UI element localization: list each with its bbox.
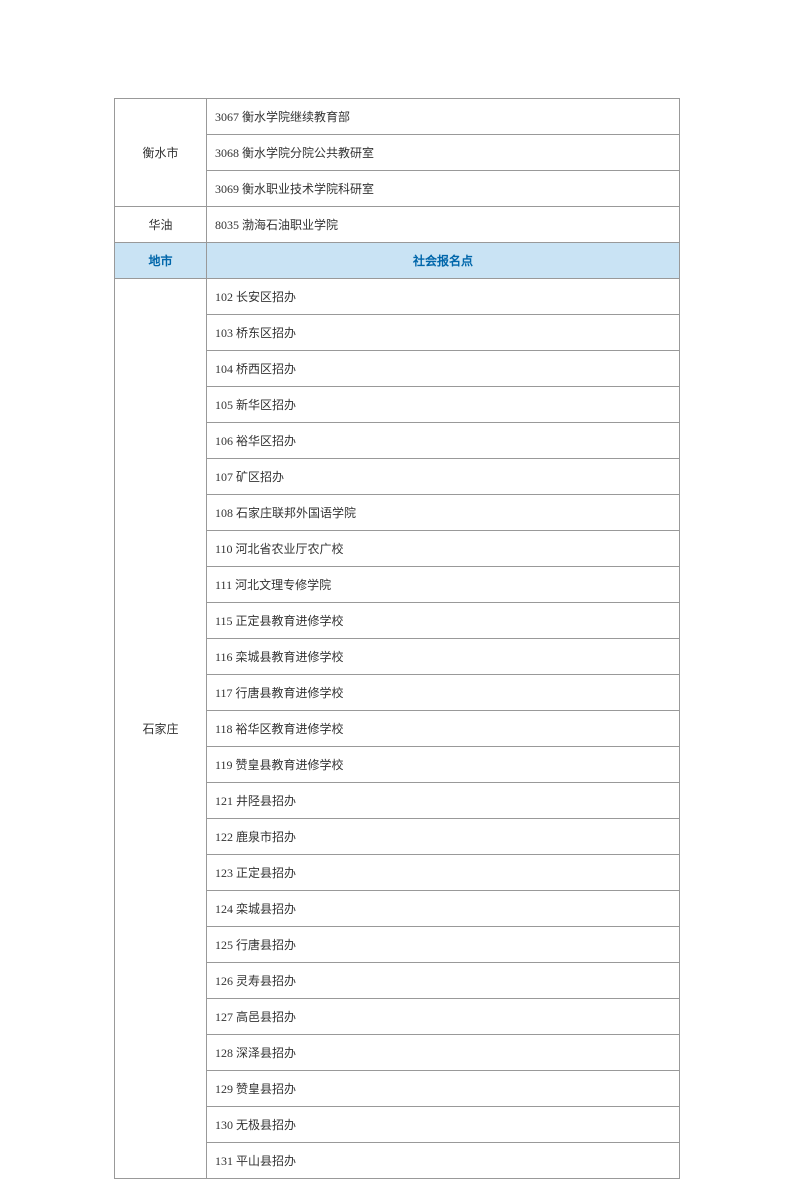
item-cell: 121 井陉县招办: [207, 783, 680, 819]
item-cell: 108 石家庄联邦外国语学院: [207, 495, 680, 531]
item-cell: 104 桥西区招办: [207, 351, 680, 387]
item-cell: 123 正定县招办: [207, 855, 680, 891]
item-cell: 127 高邑县招办: [207, 999, 680, 1035]
item-cell: 128 深泽县招办: [207, 1035, 680, 1071]
city-cell-hengshui: 衡水市: [115, 99, 207, 207]
header-content: 社会报名点: [207, 243, 680, 279]
item-cell: 3068 衡水学院分院公共教研室: [207, 135, 680, 171]
header-city: 地市: [115, 243, 207, 279]
item-cell: 118 裕华区教育进修学校: [207, 711, 680, 747]
item-cell: 126 灵寿县招办: [207, 963, 680, 999]
item-cell: 111 河北文理专修学院: [207, 567, 680, 603]
item-cell: 131 平山县招办: [207, 1143, 680, 1179]
item-cell: 130 无极县招办: [207, 1107, 680, 1143]
item-cell: 103 桥东区招办: [207, 315, 680, 351]
item-cell: 117 行唐县教育进修学校: [207, 675, 680, 711]
item-cell: 124 栾城县招办: [207, 891, 680, 927]
city-cell-huayou: 华油: [115, 207, 207, 243]
item-cell: 3067 衡水学院继续教育部: [207, 99, 680, 135]
item-cell: 8035 渤海石油职业学院: [207, 207, 680, 243]
item-cell: 116 栾城县教育进修学校: [207, 639, 680, 675]
registration-table: 衡水市 3067 衡水学院继续教育部 3068 衡水学院分院公共教研室 3069…: [114, 98, 680, 1179]
item-cell: 122 鹿泉市招办: [207, 819, 680, 855]
city-cell-shijiazhuang: 石家庄: [115, 279, 207, 1179]
item-cell: 107 矿区招办: [207, 459, 680, 495]
item-cell: 129 赞皇县招办: [207, 1071, 680, 1107]
item-cell: 110 河北省农业厅农广校: [207, 531, 680, 567]
item-cell: 105 新华区招办: [207, 387, 680, 423]
item-cell: 106 裕华区招办: [207, 423, 680, 459]
section-header-row: 地市 社会报名点: [115, 243, 680, 279]
item-cell: 119 赞皇县教育进修学校: [207, 747, 680, 783]
item-cell: 125 行唐县招办: [207, 927, 680, 963]
item-cell: 115 正定县教育进修学校: [207, 603, 680, 639]
item-cell: 3069 衡水职业技术学院科研室: [207, 171, 680, 207]
item-cell: 102 长安区招办: [207, 279, 680, 315]
